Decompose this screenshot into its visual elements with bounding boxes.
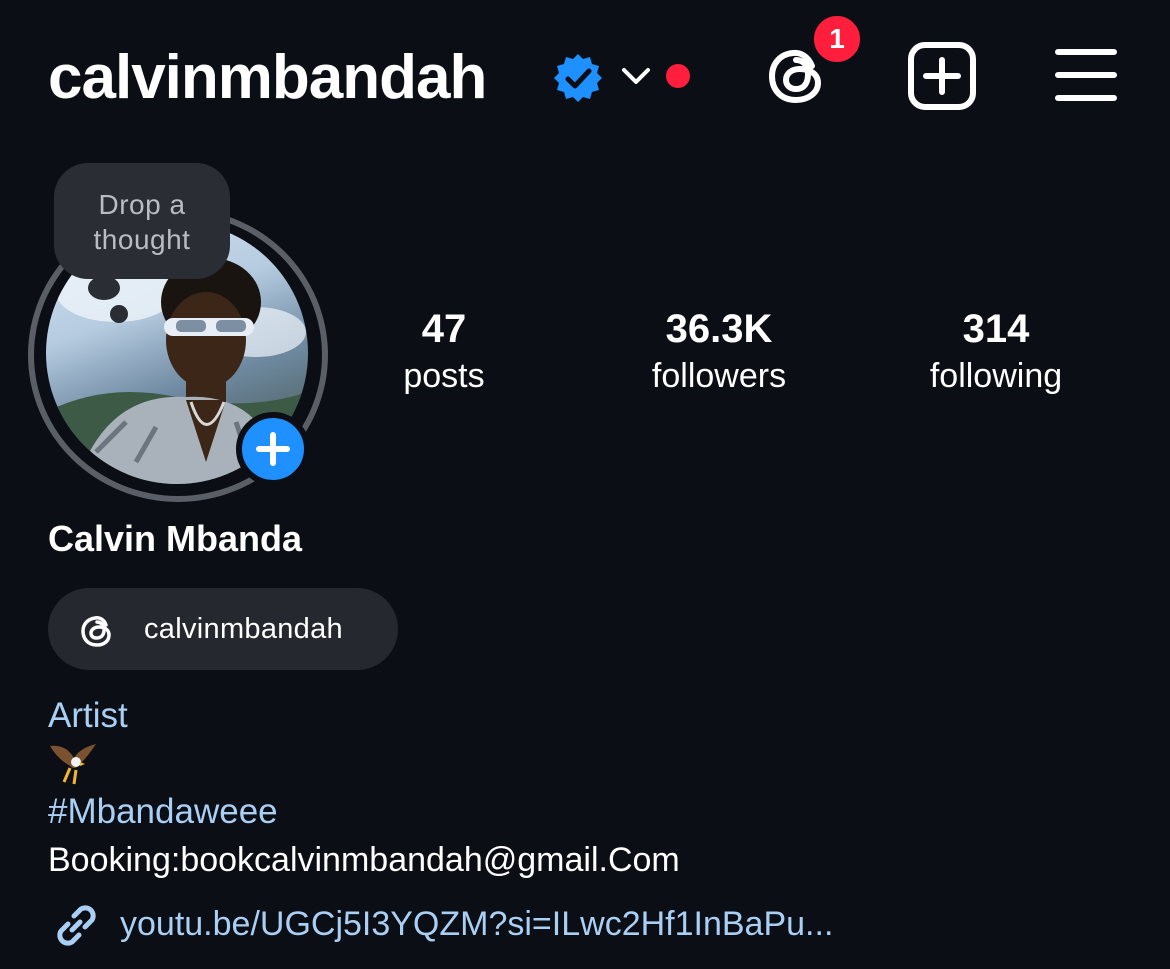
following-value: 314 [962, 307, 1030, 351]
threads-handle: calvinmbandah [144, 613, 343, 645]
followers-label: followers [651, 357, 787, 395]
posts-label: posts [403, 357, 485, 395]
posts-value: 47 [421, 307, 467, 351]
account-notification-dot [666, 64, 690, 88]
hashtag-link[interactable]: #Mbandaweee [48, 792, 278, 832]
verified-badge-icon [554, 54, 602, 102]
create-post-icon[interactable] [906, 40, 978, 112]
full-name: Calvin Mbanda [48, 518, 303, 559]
followers-value: 36.3K [665, 307, 773, 351]
followers-count[interactable]: 36.3K followers [628, 306, 810, 400]
hamburger-menu-icon[interactable] [1052, 44, 1120, 106]
chevron-down-icon[interactable] [620, 62, 652, 90]
following-label: following [929, 357, 1063, 395]
note-bubble[interactable]: Drop a thought [54, 163, 230, 279]
threads-notification-badge: 1 [810, 12, 864, 66]
username-switcher[interactable]: calvinmbandah [48, 42, 487, 114]
booking-text: Booking:bookcalvinmbandah@gmail.Com [48, 841, 680, 879]
threads-icon [81, 616, 111, 647]
plus-icon [256, 432, 290, 466]
eagle-emoji-icon [50, 744, 96, 785]
link-icon [57, 905, 96, 946]
posts-count[interactable]: 47 posts [384, 306, 504, 400]
profile-page: calvinmbandah 1 Drop a thought 47 posts … [0, 0, 1170, 969]
category-label: Artist [48, 696, 128, 735]
note-bubble-tail-dot [110, 305, 128, 323]
note-bubble-tail [88, 276, 120, 300]
add-story-button[interactable] [236, 412, 310, 486]
threads-profile-chip[interactable]: calvinmbandah [48, 588, 398, 670]
following-count[interactable]: 314 following [902, 306, 1090, 400]
external-link[interactable]: youtu.be/UGCj5I3YQZM?si=ILwc2Hf1InBaPu..… [120, 904, 833, 944]
